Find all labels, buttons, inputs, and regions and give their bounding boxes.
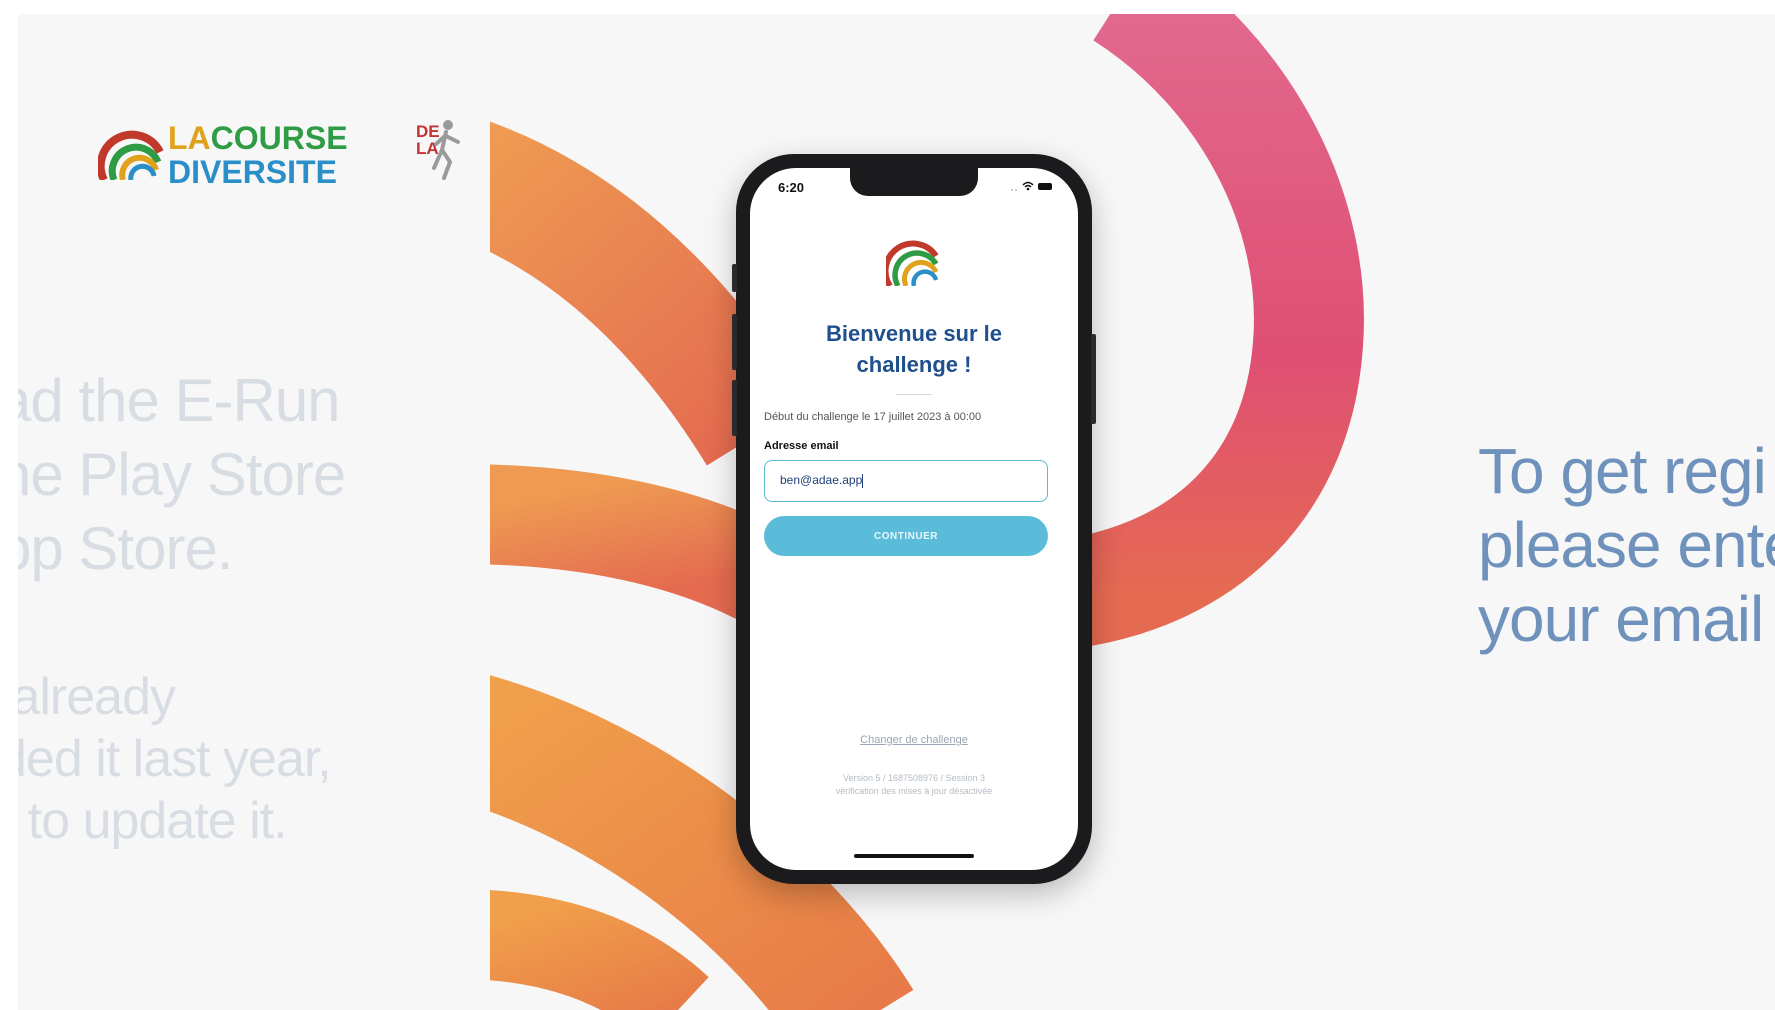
welcome-title: Bienvenue sur le challenge ! (825, 321, 1003, 377)
phone-side-button (732, 264, 737, 292)
rainbow-logo-icon (98, 130, 164, 180)
battery-icon (1038, 183, 1052, 190)
version-line-1: Version 5 / 1687508976 / Session 3 (842, 773, 986, 783)
slide-background: LACOURSE DIVERSITE DE LA ad the E-Run he… (18, 14, 1775, 1010)
version-line-2: vérification des mises à jour désactivée (835, 786, 993, 796)
phone-screen: 6:20 Bienvenue sur le challenge ! Début … (750, 168, 1078, 870)
wifi-icon (1022, 181, 1034, 188)
brand-logo: LACOURSE DIVERSITE DE LA (98, 118, 460, 198)
left-faded-text-1: ad the E-Run he Play Store pp Store. (18, 367, 346, 582)
phone-volume-down (732, 380, 737, 436)
email-value: ben@adae.app (780, 473, 863, 487)
status-time: 6:20 (778, 180, 805, 195)
text-caret (862, 473, 864, 488)
logo-text-line1: LACOURSE (168, 120, 348, 156)
runner-icon (432, 120, 460, 180)
phone-mockup: 6:20 Bienvenue sur le challenge ! Début … (732, 154, 1096, 884)
app-rainbow-logo-icon (886, 240, 939, 286)
title-divider (896, 394, 932, 395)
status-icons (1011, 181, 1052, 191)
home-indicator (854, 854, 974, 858)
challenge-start-date: Début du challenge le 17 juillet 2023 à … (764, 411, 982, 423)
logo-text-line2: DIVERSITE (168, 154, 337, 190)
email-input[interactable]: ben@adae.app (764, 460, 1048, 502)
email-label: Adresse email (764, 440, 839, 452)
version-info: Version 5 / 1687508976 / Session 3 vérif… (750, 772, 1078, 798)
left-faded-text-2: already ded it last year, r to update it… (18, 668, 332, 850)
continue-button[interactable]: CONTINUER (764, 516, 1048, 556)
phone-volume-up (732, 314, 737, 370)
right-instruction-text: To get regi please ente your email (1478, 435, 1775, 655)
logo-de-la: DE LA (416, 122, 440, 158)
change-challenge-link[interactable]: Changer de challenge (750, 734, 1078, 746)
phone-power-button (1091, 334, 1096, 424)
phone-notch (850, 168, 978, 196)
